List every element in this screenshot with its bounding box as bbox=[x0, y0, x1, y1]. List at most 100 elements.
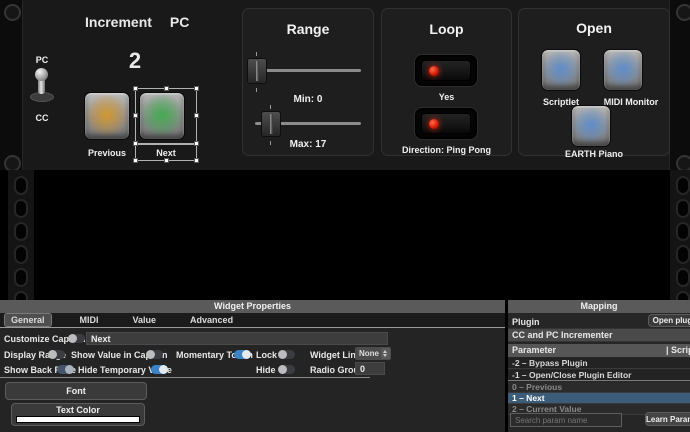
increment-pc-title: Increment PC bbox=[85, 14, 189, 30]
pc-title: PC bbox=[170, 14, 189, 30]
tab-advanced[interactable]: Advanced bbox=[184, 314, 239, 326]
selection-handle[interactable] bbox=[133, 158, 138, 163]
tab-value[interactable]: Value bbox=[127, 314, 163, 326]
open-title: Open bbox=[519, 20, 669, 36]
tab-general[interactable]: General bbox=[4, 313, 52, 327]
mapping-panel: Mapping Plugin Open plugin CC and PC Inc… bbox=[508, 300, 690, 432]
widget-properties-panel: Widget Properties General MIDI Value Adv… bbox=[0, 300, 505, 432]
screw-icon bbox=[4, 4, 21, 21]
display-range-toggle[interactable] bbox=[48, 350, 65, 359]
show-back-plate-toggle[interactable] bbox=[57, 365, 74, 374]
search-param-input[interactable] bbox=[510, 413, 622, 427]
parameter-header-label: Parameter bbox=[512, 344, 556, 357]
selection-handle[interactable] bbox=[194, 86, 199, 91]
widget-link-label: Widget Link bbox=[310, 350, 361, 360]
learn-parameter-button[interactable]: Learn Parameter bbox=[645, 412, 690, 426]
rail-slot-icon bbox=[676, 268, 690, 287]
max-value-label: Max: 17 bbox=[243, 139, 373, 150]
max-slider-handle[interactable] bbox=[261, 111, 281, 137]
toggle-cc-label: CC bbox=[30, 113, 54, 123]
rail-slot-icon bbox=[14, 176, 28, 195]
min-slider-handle[interactable] bbox=[247, 58, 267, 84]
rack-ear-left bbox=[0, 0, 22, 170]
loop-section: Loop Yes Direction: Ping Pong bbox=[381, 8, 512, 156]
selection-handle[interactable] bbox=[194, 158, 199, 163]
rail-slot-icon bbox=[676, 245, 690, 264]
earth-piano-pad-button[interactable] bbox=[571, 105, 611, 147]
show-value-in-caption-toggle[interactable] bbox=[146, 350, 163, 359]
widget-link-dropdown[interactable]: None bbox=[355, 347, 391, 360]
direction-rocker-switch[interactable] bbox=[415, 108, 477, 139]
gig-performer-editor: Increment PC 2 PC CC Previous Next Range… bbox=[0, 0, 690, 432]
led-icon bbox=[429, 66, 439, 76]
caption-text-input[interactable] bbox=[86, 332, 388, 345]
loop-yes-caption: Yes bbox=[382, 92, 511, 102]
open-plugin-button[interactable]: Open plugin bbox=[648, 314, 690, 327]
selection-handle[interactable] bbox=[133, 141, 138, 146]
hide-toggle[interactable] bbox=[278, 365, 295, 374]
rack-ear-right bbox=[668, 0, 690, 170]
divider bbox=[0, 377, 370, 378]
hide-temporary-value-toggle[interactable] bbox=[151, 365, 168, 374]
selection-handle[interactable] bbox=[133, 86, 138, 91]
min-value-label: Min: 0 bbox=[243, 94, 373, 105]
min-slider-track[interactable] bbox=[255, 69, 361, 72]
selection-handle[interactable] bbox=[164, 158, 169, 163]
previous-pad-button[interactable] bbox=[84, 92, 130, 140]
lock-toggle[interactable] bbox=[278, 350, 295, 359]
scriptlet-pad-button[interactable] bbox=[541, 49, 581, 91]
range-section: Range Min: 0 Max: 17 bbox=[242, 8, 374, 156]
dropdown-stepper-icon[interactable] bbox=[381, 348, 390, 359]
rail-slot-icon bbox=[14, 245, 28, 264]
widget-properties-header: Widget Properties bbox=[0, 300, 505, 313]
lock-label: Lock bbox=[256, 350, 277, 360]
rail-slot-icon bbox=[676, 176, 690, 195]
rail-slot-icon bbox=[676, 199, 690, 218]
widget-link-value: None bbox=[359, 349, 379, 358]
rack-rail-right bbox=[670, 170, 690, 300]
earth-piano-caption: EARTH Piano bbox=[519, 149, 669, 159]
rail-slot-icon bbox=[14, 199, 28, 218]
param-row-previous[interactable]: 0 – Previous bbox=[508, 382, 690, 393]
rack-rail-left bbox=[8, 170, 34, 300]
previous-caption: Previous bbox=[76, 148, 138, 158]
momentary-touch-toggle[interactable] bbox=[234, 350, 251, 359]
plugin-label: Plugin bbox=[512, 317, 540, 327]
current-value-display: 2 bbox=[110, 48, 160, 74]
led-icon bbox=[429, 119, 439, 129]
parameter-header-right-label: | Scriptlet bbox=[666, 344, 690, 357]
customize-caption-toggle[interactable] bbox=[68, 334, 85, 343]
increment-title: Increment bbox=[85, 14, 152, 30]
rail-slot-icon bbox=[14, 268, 28, 287]
open-section: Open Scriptlet MIDI Monitor EARTH Piano bbox=[518, 8, 670, 156]
direction-caption: Direction: Ping Pong bbox=[382, 145, 511, 155]
selection-handle[interactable] bbox=[194, 141, 199, 146]
hide-label: Hide bbox=[256, 365, 276, 375]
param-row-bypass[interactable]: -2 – Bypass Plugin bbox=[508, 358, 690, 369]
selection-handle[interactable] bbox=[133, 113, 138, 118]
mapping-header: Mapping bbox=[508, 300, 690, 313]
loop-rocker-switch[interactable] bbox=[415, 55, 477, 86]
next-caption: Next bbox=[136, 148, 196, 158]
font-button[interactable]: Font bbox=[5, 382, 147, 400]
parameter-list-header: Parameter | Scriptlet bbox=[508, 344, 690, 357]
tab-midi[interactable]: MIDI bbox=[74, 314, 105, 326]
plugin-selector[interactable]: CC and PC Incrementer bbox=[508, 328, 690, 342]
toggle-pc-label: PC bbox=[30, 55, 54, 65]
selection-handle[interactable] bbox=[194, 113, 199, 118]
rail-slot-icon bbox=[676, 222, 690, 241]
rail-slot-icon bbox=[14, 222, 28, 241]
text-color-label: Text Color bbox=[56, 405, 100, 415]
properties-tabbar: General MIDI Value Advanced bbox=[0, 313, 505, 328]
screw-icon bbox=[676, 4, 690, 21]
radio-group-input[interactable] bbox=[355, 362, 385, 375]
loop-title: Loop bbox=[382, 21, 511, 37]
range-title: Range bbox=[243, 21, 373, 37]
widget-selection-box[interactable] bbox=[135, 88, 197, 144]
selection-handle[interactable] bbox=[164, 86, 169, 91]
param-row-next[interactable]: 1 – Next bbox=[508, 393, 690, 404]
param-row-open-close-editor[interactable]: -1 – Open/Close Plugin Editor bbox=[508, 370, 690, 381]
text-color-button[interactable]: Text Color bbox=[11, 403, 145, 426]
color-swatch bbox=[16, 416, 140, 423]
midi-monitor-pad-button[interactable] bbox=[603, 49, 643, 91]
